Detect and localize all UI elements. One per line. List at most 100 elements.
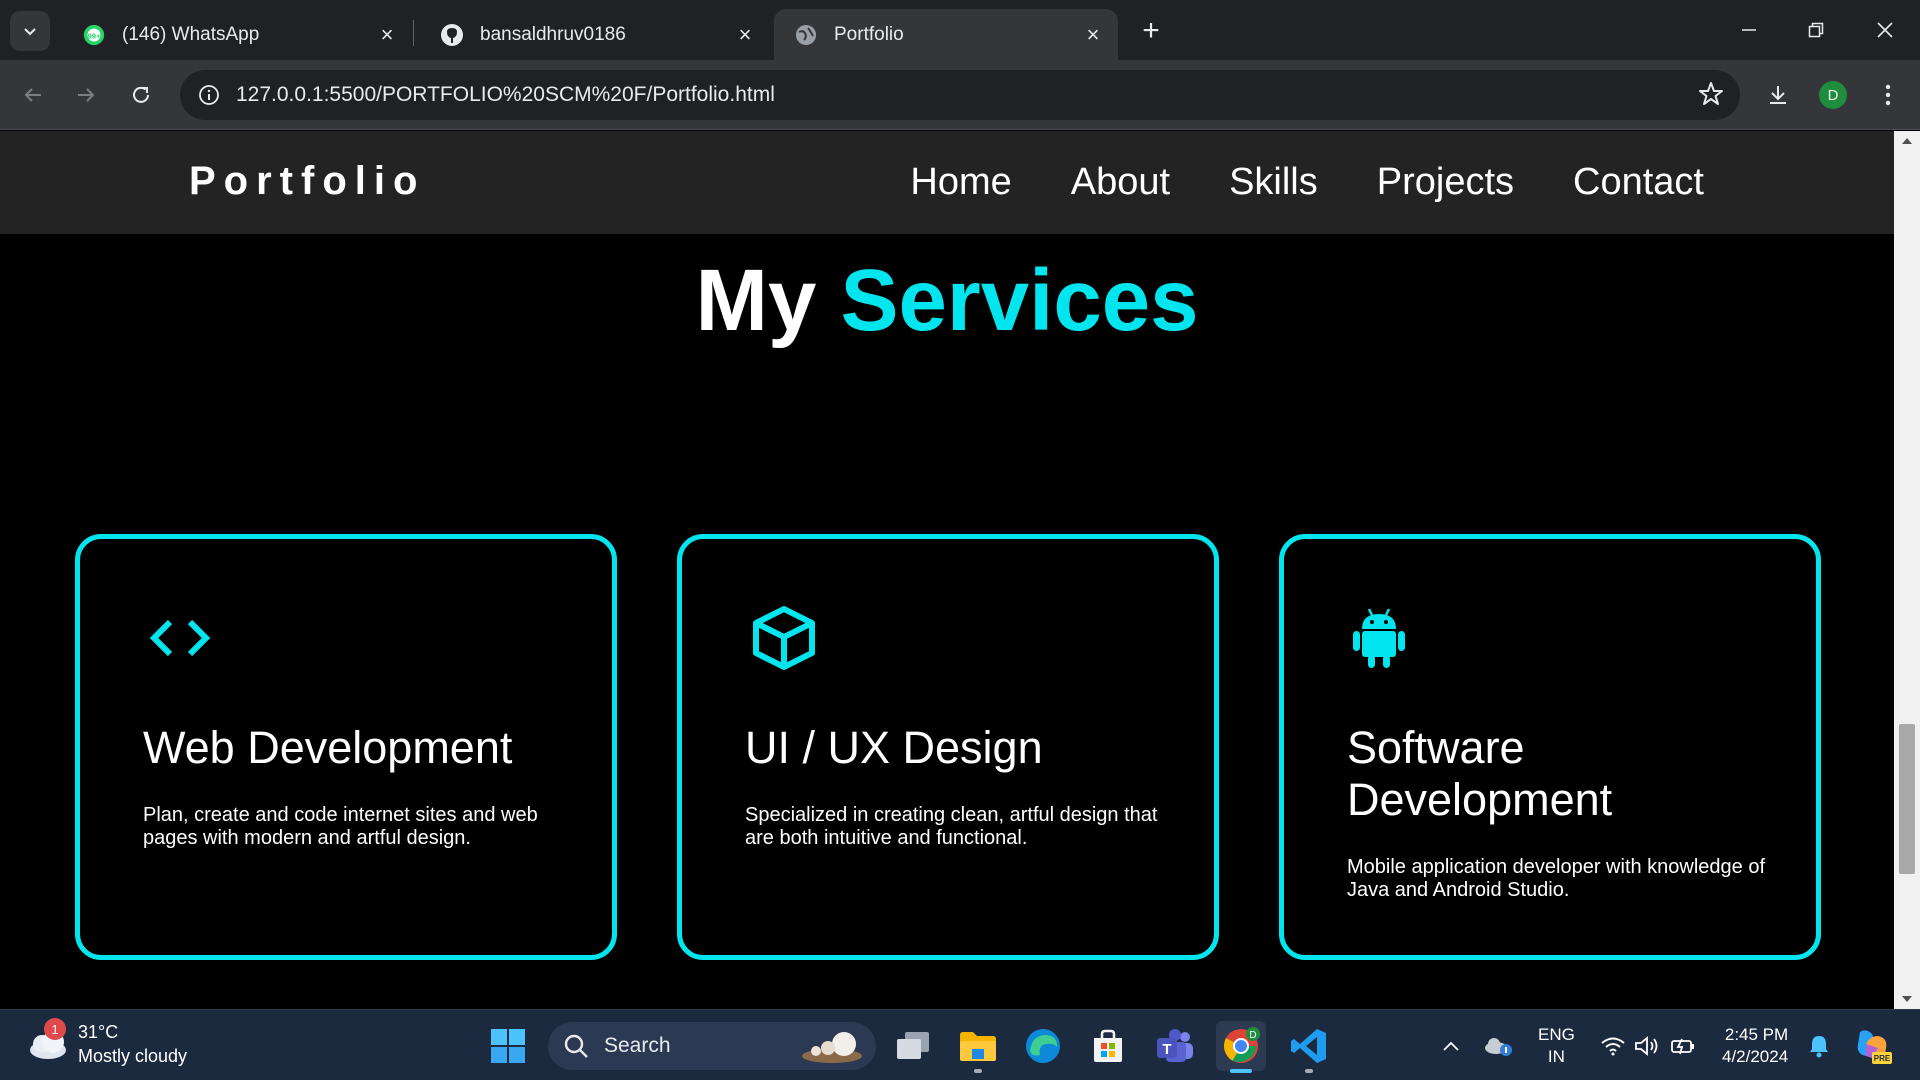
minimize-icon — [1742, 29, 1756, 31]
address-bar[interactable]: 127.0.0.1:5500/PORTFOLIO%20SCM%20F/Portf… — [180, 70, 1740, 120]
tab-search-button[interactable] — [10, 11, 50, 51]
chevron-down-icon — [24, 28, 36, 36]
folder-icon — [960, 1032, 996, 1061]
code-icon — [148, 604, 216, 672]
svg-text:T: T — [1162, 1041, 1171, 1058]
menu-button[interactable] — [1870, 77, 1906, 113]
copilot-icon: PRE — [1857, 1030, 1892, 1064]
task-view-icon — [897, 1032, 929, 1059]
service-title: Software Development — [1347, 722, 1613, 825]
page-scrollbar[interactable] — [1894, 131, 1920, 1009]
weather-temp: 31°C — [78, 1022, 119, 1042]
tab-github[interactable]: bansaldhruv0186 × — [420, 9, 770, 60]
bookmark-star-icon[interactable] — [1698, 81, 1724, 112]
reload-icon — [133, 86, 149, 103]
scroll-up-arrow-icon[interactable] — [1894, 131, 1920, 151]
clock-time: 2:45 PM — [1724, 1025, 1789, 1044]
new-tab-button[interactable]: + — [1134, 14, 1168, 48]
running-indicator — [1305, 1069, 1313, 1073]
arrow-left-icon — [24, 88, 41, 102]
service-card-web-development[interactable]: Web Development Plan, create and code in… — [75, 534, 617, 960]
bell-icon — [1810, 1036, 1828, 1058]
battery-button[interactable] — [1668, 1030, 1698, 1062]
cloud-sync-icon — [1485, 1038, 1512, 1056]
wifi-button[interactable] — [1598, 1030, 1628, 1062]
cloud-icon: 1 — [26, 1018, 70, 1066]
nav-link-projects[interactable]: Projects — [1377, 161, 1514, 204]
weather-widget[interactable]: 1 31°C Mostly cloudy — [26, 1018, 187, 1068]
reload-button[interactable] — [123, 77, 159, 113]
tab-close-icon[interactable]: × — [1078, 20, 1108, 50]
tab-close-icon[interactable]: × — [730, 20, 760, 50]
nav-link-about[interactable]: About — [1071, 161, 1170, 204]
teams-button[interactable]: T — [1150, 1021, 1200, 1071]
service-description: Plan, create and code internet sites and… — [143, 804, 538, 849]
volume-button[interactable] — [1632, 1030, 1662, 1062]
weather-condition: Mostly cloudy — [78, 1046, 188, 1066]
active-indicator — [1230, 1069, 1252, 1073]
language-indicator[interactable]: ENG IN — [1538, 1024, 1575, 1068]
chrome-button[interactable]: D — [1216, 1021, 1266, 1073]
edge-icon — [1026, 1029, 1060, 1063]
service-description: Mobile application developer with knowle… — [1347, 856, 1766, 901]
nav-link-skills[interactable]: Skills — [1229, 161, 1318, 204]
service-title: Web Development — [143, 722, 513, 773]
section-title-part1: My — [695, 252, 817, 349]
tab-portfolio[interactable]: Portfolio × — [774, 9, 1118, 60]
site-info-icon[interactable] — [194, 80, 224, 110]
language-code: ENG — [1538, 1025, 1575, 1044]
tab-close-icon[interactable]: × — [372, 20, 402, 50]
restore-icon — [1808, 22, 1824, 38]
microsoft-store-button[interactable] — [1083, 1021, 1133, 1071]
file-explorer-button[interactable] — [953, 1021, 1003, 1073]
service-card-software-development[interactable]: Software Development Mobile application … — [1279, 534, 1821, 960]
arrow-right-icon — [78, 88, 95, 102]
globe-icon — [794, 23, 818, 47]
scroll-down-arrow-icon[interactable] — [1894, 989, 1920, 1009]
close-window-button[interactable] — [1862, 8, 1908, 52]
show-hidden-icons-button[interactable] — [1436, 1030, 1466, 1062]
start-button[interactable] — [483, 1021, 533, 1071]
url-text[interactable]: 127.0.0.1:5500/PORTFOLIO%20SCM%20F/Portf… — [236, 83, 775, 107]
nav-link-contact[interactable]: Contact — [1573, 161, 1704, 204]
windows-logo-icon — [491, 1029, 525, 1063]
tab-title: (146) WhatsApp — [122, 23, 260, 45]
language-region: IN — [1547, 1047, 1565, 1066]
site-nav: Home About Skills Projects Contact — [851, 161, 1704, 204]
service-card-ui-ux-design[interactable]: UI / UX Design Specialized in creating c… — [677, 534, 1219, 960]
windows-taskbar: 1 31°C Mostly cloudy Search T D ENG IN 2… — [0, 1009, 1920, 1080]
edge-button[interactable] — [1018, 1021, 1068, 1071]
task-view-button[interactable] — [888, 1021, 938, 1071]
copilot-button[interactable]: PRE — [1850, 1024, 1894, 1068]
minimize-button[interactable] — [1726, 8, 1772, 52]
vscode-button[interactable] — [1284, 1021, 1334, 1073]
forward-button[interactable] — [68, 77, 104, 113]
weather-text: 31°C Mostly cloudy — [78, 1020, 187, 1068]
taskbar-search[interactable]: Search — [548, 1022, 876, 1070]
search-icon — [564, 1034, 588, 1058]
nav-link-home[interactable]: Home — [910, 161, 1011, 204]
cube-icon — [750, 604, 818, 672]
battery-charging-icon — [1671, 1038, 1694, 1055]
android-icon — [1352, 604, 1420, 672]
clock[interactable]: 2:45 PM 4/2/2024 — [1722, 1024, 1788, 1068]
search-highlight-icon — [802, 1032, 862, 1063]
whatsapp-icon: 99+ — [82, 23, 106, 47]
more-vertical-icon — [1885, 84, 1891, 106]
teams-icon: T — [1157, 1029, 1193, 1062]
onedrive-button[interactable] — [1480, 1030, 1516, 1062]
notifications-button[interactable] — [1804, 1030, 1834, 1062]
tab-whatsapp[interactable]: 99+ (146) WhatsApp × — [62, 9, 412, 60]
section-title-accent: Services — [840, 252, 1199, 349]
scroll-thumb[interactable] — [1899, 724, 1915, 874]
github-icon — [440, 23, 464, 47]
chrome-profile-badge: D — [1249, 1030, 1256, 1041]
service-title: UI / UX Design — [745, 722, 1043, 773]
downloads-button[interactable] — [1760, 77, 1796, 113]
site-logo[interactable]: Portfolio — [189, 159, 425, 204]
back-button[interactable] — [15, 77, 51, 113]
avatar: D — [1819, 81, 1847, 109]
profile-button[interactable]: D — [1815, 77, 1851, 113]
restore-button[interactable] — [1793, 8, 1839, 52]
tab-separator — [413, 20, 414, 46]
